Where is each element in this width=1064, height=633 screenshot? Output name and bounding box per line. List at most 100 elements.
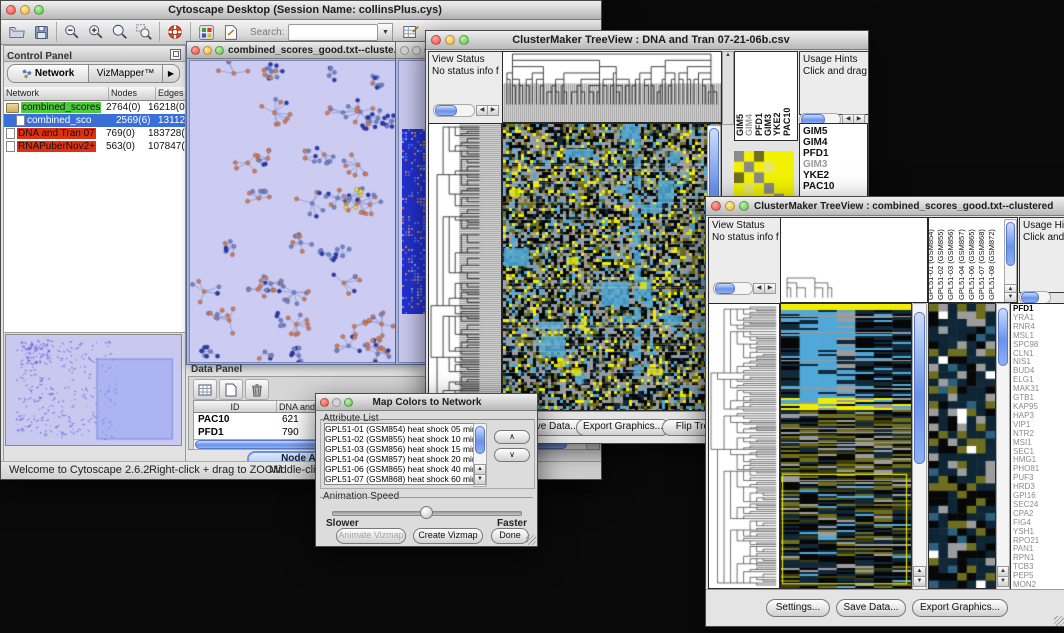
attribute-item[interactable]: GPL51-01 (GSM854) heat shock 05 min [325, 424, 473, 434]
scroll-down-icon[interactable]: ▼ [1004, 292, 1017, 303]
zoom-window-icon[interactable] [344, 398, 353, 407]
move-down-button[interactable]: ∨ [494, 448, 530, 462]
minimize-icon[interactable] [445, 35, 455, 45]
scroll-right-icon[interactable]: ▶ [764, 283, 776, 294]
scrollbar-thumb[interactable] [475, 426, 485, 454]
scrollbar-thumb[interactable] [1006, 222, 1015, 266]
network-view-titlebar[interactable]: combined_scores_good.txt--cluste... [187, 42, 421, 59]
tab-vizmapper[interactable]: VizMapper™ [89, 64, 163, 83]
minimize-icon[interactable] [20, 5, 30, 15]
main-titlebar[interactable]: Cytoscape Desktop (Session Name: collins… [1, 1, 601, 20]
zoom-fit-icon[interactable] [108, 21, 132, 43]
close-icon[interactable] [191, 46, 200, 55]
annotation-icon[interactable] [218, 21, 242, 43]
minimize-icon[interactable] [412, 46, 421, 55]
export-graphics-button[interactable]: Export Graphics... [912, 599, 1008, 617]
tv2-heatmap[interactable] [780, 303, 912, 589]
speed-slider[interactable] [332, 506, 520, 518]
window-controls[interactable] [1, 5, 49, 15]
scrollbar-thumb[interactable] [998, 308, 1008, 366]
tv2-genes-scrollbar[interactable]: ▲ ▼ [996, 303, 1010, 591]
close-icon[interactable] [431, 35, 441, 45]
plugin-manager-icon[interactable] [194, 21, 218, 43]
scrollbar-thumb[interactable] [715, 283, 735, 294]
minimize-icon[interactable] [725, 201, 735, 211]
attribute-select-icon[interactable] [193, 379, 217, 400]
scrollbar-thumb[interactable] [1021, 292, 1039, 303]
tv1-heatmap[interactable] [502, 123, 722, 411]
minimize-icon[interactable] [203, 46, 212, 55]
scroll-down-icon[interactable]: ▼ [997, 576, 1009, 587]
slider-thumb[interactable] [420, 506, 433, 519]
tab-network[interactable]: Network [7, 64, 89, 83]
close-icon[interactable] [320, 398, 329, 407]
scroll-right-icon[interactable]: ▶ [487, 105, 499, 116]
tv2-row-dendrogram[interactable] [708, 303, 780, 589]
network-canvas[interactable] [189, 60, 419, 363]
column-header-network[interactable]: Network [4, 87, 109, 101]
birdseye-view[interactable] [5, 334, 182, 446]
tv1-titlebar[interactable]: ClusterMaker TreeView : DNA and Tran 07-… [426, 31, 868, 50]
new-attribute-icon[interactable] [219, 379, 243, 400]
network-row[interactable]: combined_scores2764(0)16218(0) [4, 101, 185, 114]
resize-grip[interactable] [526, 535, 536, 545]
open-file-icon[interactable] [5, 21, 29, 43]
window-controls[interactable] [426, 35, 474, 45]
zoom-window-icon[interactable] [34, 5, 44, 15]
scrollbar-thumb[interactable] [435, 105, 457, 116]
column-header-edges[interactable]: Edges [156, 87, 185, 101]
tv1-scroll-strip[interactable]: ▲ [722, 51, 734, 125]
move-up-button[interactable]: ∧ [494, 430, 530, 444]
float-panel-icon[interactable] [170, 49, 181, 60]
zoom-window-icon[interactable] [215, 46, 224, 55]
tv2-heatmap-vscrollbar[interactable]: ▲ ▼ [912, 303, 927, 591]
save-data-button[interactable]: Save Data... [836, 599, 906, 617]
attribute-item[interactable]: GPL51-07 (GSM868) heat shock 60 min [325, 474, 473, 484]
attribute-item[interactable]: GPL51-02 (GSM855) heat shock 10 min [325, 434, 473, 444]
minimize-icon[interactable] [332, 398, 341, 407]
zoom-window-icon[interactable] [739, 201, 749, 211]
column-header-nodes[interactable]: Nodes [109, 87, 156, 101]
export-graphics-button[interactable]: Export Graphics... [576, 419, 670, 436]
tv2-zoomed-heatmap[interactable] [928, 303, 996, 589]
tab-overflow-icon[interactable]: ▶ [163, 64, 180, 83]
id-column-header[interactable]: ID [194, 401, 277, 413]
save-icon[interactable] [29, 21, 53, 43]
zoom-window-icon[interactable] [459, 35, 469, 45]
zoom-in-icon[interactable] [84, 21, 108, 43]
network-row[interactable]: RNAPuberNov2+563(0)107847(0) [4, 140, 185, 153]
attribute-item[interactable]: GPL51-04 (GSM857) heat shock 20 min [325, 454, 473, 464]
scroll-down-icon[interactable]: ▼ [474, 474, 486, 485]
tv1-status-scrollbar[interactable] [433, 104, 475, 117]
tv1-row-dendrogram[interactable] [428, 123, 502, 411]
scroll-up-icon[interactable]: ▲ [723, 52, 733, 58]
tv2-titlebar[interactable]: ClusterMaker TreeView : combined_scores_… [706, 197, 1064, 216]
window-controls[interactable] [316, 398, 357, 407]
close-icon[interactable] [6, 5, 16, 15]
attribute-item[interactable]: GPL51-03 (GSM856) heat shock 15 min [325, 444, 473, 454]
window-controls[interactable] [706, 201, 754, 211]
tv2-status-scrollbar[interactable] [713, 282, 753, 295]
scrollbar-thumb[interactable] [914, 312, 925, 464]
zoom-out-icon[interactable] [60, 21, 84, 43]
scroll-down-icon[interactable]: ▼ [913, 576, 926, 587]
help-lifesaver-icon[interactable] [163, 21, 187, 43]
dialog-titlebar[interactable]: Map Colors to Network [316, 394, 537, 411]
tv2-labels-scrollbar[interactable] [1004, 219, 1017, 287]
window-controls[interactable] [187, 46, 228, 55]
tv2-column-dendrogram[interactable] [780, 217, 928, 303]
delete-attribute-trash-icon[interactable] [245, 379, 269, 400]
search-dropdown-icon[interactable]: ▼ [378, 23, 393, 42]
attribute-item[interactable]: GPL51-06 (GSM865) heat shock 40 min [325, 464, 473, 474]
create-vizmap-button[interactable]: Create Vizmap [413, 528, 483, 544]
animate-vizmap-button[interactable]: Animate Vizmap [336, 528, 406, 544]
done-button[interactable]: Done [491, 528, 529, 544]
network-row[interactable]: combined_sco2569(6)13112(15) [4, 114, 185, 127]
resize-grip[interactable] [1054, 616, 1064, 626]
network-row[interactable]: DNA and Tran 07769(0)183728(0) [4, 127, 185, 140]
settings-button[interactable]: Settings... [766, 599, 830, 617]
attribute-list[interactable]: GPL51-01 (GSM854) heat shock 05 minGPL51… [324, 423, 474, 485]
attribute-list-scrollbar[interactable]: ▲ ▼ [473, 423, 487, 487]
close-icon[interactable] [711, 201, 721, 211]
zoom-selected-icon[interactable] [132, 21, 156, 43]
